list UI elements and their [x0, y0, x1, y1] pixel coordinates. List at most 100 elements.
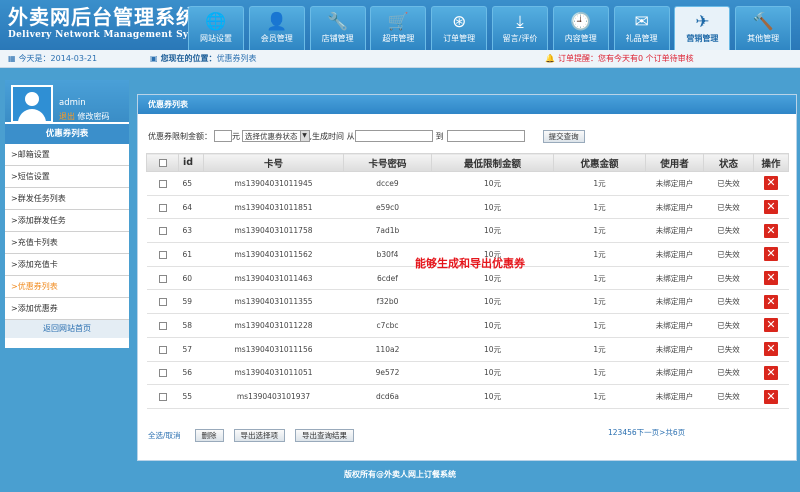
coupon-amount: 1元	[553, 266, 646, 291]
export-results-button[interactable]: 导出查询结果	[295, 429, 355, 442]
delete-icon[interactable]: ✕	[764, 389, 778, 404]
coupon-amount: 1元	[553, 171, 646, 196]
annotation-text: 能够生成和导出优惠券	[415, 257, 525, 270]
nav-item[interactable]: 🌐 网站设置	[188, 6, 244, 50]
delete-icon[interactable]: ✕	[764, 271, 778, 286]
coupon-id: 63	[178, 218, 204, 244]
card-number: ms13904031011758	[203, 218, 344, 244]
main-nav: 🌐 网站设置 👤 会员管理 🔧 店铺管理 🛒 超市管理 ⊛ 订单管理 ⤓ 留言/评价 🕘 内容管理 ✉ 礼品管…	[188, 6, 796, 50]
sidebar-item[interactable]: >添加优惠券	[5, 298, 129, 320]
card-password: 7ad1b	[343, 218, 432, 244]
nav-item[interactable]: 🔨 其他管理	[735, 6, 792, 50]
submit-query-button[interactable]: 提交查询	[542, 129, 585, 143]
plane-icon: ✈	[695, 12, 710, 32]
nav-item[interactable]: ⤓ 留言/评价	[491, 6, 548, 50]
sidebar-item[interactable]: >短信设置	[5, 166, 129, 188]
sidebar-item[interactable]: >充值卡列表	[5, 232, 129, 254]
delete-icon[interactable]: ✕	[764, 247, 778, 262]
sidebar: admin 退出 修改密码 优惠券列表 >邮箱设置 >短信设置 >群发任务列表 >添加…	[5, 80, 129, 348]
hammer-icon: 🔨	[752, 12, 774, 32]
row-checkbox[interactable]	[158, 274, 167, 283]
delete-icon[interactable]: ✕	[764, 176, 778, 191]
table-row: 65 ms13904031011945 dcce9 10元 1元 未绑定用户 已失效 ✕	[146, 171, 789, 196]
row-checkbox[interactable]	[158, 393, 167, 402]
nav-item[interactable]: ✈ 营销管理	[674, 6, 731, 50]
delete-icon[interactable]: ✕	[764, 365, 778, 380]
info-bar: ▦ 今天是：2014-03-21 ▣ 您现在的位置：优惠券列表 🔔 订单提醒：您有今天…	[0, 50, 800, 68]
coupon-user: 未绑定用户	[645, 218, 704, 244]
delete-icon[interactable]: ✕	[764, 223, 778, 238]
sidebar-item[interactable]: >群发任务列表	[5, 188, 129, 210]
start-time-input[interactable]	[354, 130, 433, 142]
nav-item[interactable]: ⊛ 订单管理	[431, 6, 488, 50]
card-password: dcd6a	[343, 384, 432, 409]
coupon-status: 已失效	[703, 313, 754, 338]
sidebar-item[interactable]: >添加充值卡	[5, 254, 129, 276]
card-number: ms13904031011156	[203, 337, 344, 362]
coupon-status: 已失效	[703, 171, 754, 196]
row-checkbox[interactable]	[158, 203, 167, 212]
min-amount: 10元	[431, 289, 554, 315]
app-title: 外卖网后台管理系统	[8, 5, 197, 29]
back-to-home-link[interactable]: 返回网站首页	[5, 320, 129, 338]
select-all-checkbox[interactable]	[158, 158, 167, 167]
pagination[interactable]: 123456下一页>共6页	[608, 427, 685, 438]
card-password: dcce9	[343, 171, 432, 196]
delete-icon[interactable]: ✕	[764, 294, 778, 309]
status-select[interactable]: 选择优惠券状态 ▼	[242, 130, 310, 142]
nav-item[interactable]: 🔧 店铺管理	[309, 6, 366, 50]
row-checkbox[interactable]	[158, 227, 167, 236]
select-all-header[interactable]	[146, 153, 179, 172]
delete-icon[interactable]: ✕	[764, 200, 778, 215]
row-checkbox[interactable]	[158, 345, 167, 354]
sidebar-item[interactable]: >优惠券列表	[5, 276, 129, 298]
nav-item[interactable]: ✉ 礼品管理	[613, 6, 670, 50]
row-checkbox[interactable]	[158, 369, 167, 378]
nav-item[interactable]: 👤 会员管理	[248, 6, 305, 50]
coupon-user: 未绑定用户	[645, 337, 704, 362]
delete-icon[interactable]: ✕	[764, 342, 778, 357]
coupon-status: 已失效	[703, 384, 754, 409]
coupon-id: 55	[178, 384, 204, 409]
breadcrumb: ▣ 您现在的位置：优惠券列表	[150, 54, 257, 63]
logout-link[interactable]: 退出	[59, 112, 75, 121]
column-header: 优惠金额	[553, 153, 646, 172]
nav-item[interactable]: 🕘 内容管理	[552, 6, 609, 50]
table-row: 58 ms13904031011228 c7cbc 10元 1元 未绑定用户 已失效 ✕	[146, 313, 789, 338]
order-alert[interactable]: 🔔 订单提醒：您有今天有0 个订单待审核	[545, 50, 694, 68]
coupon-amount: 1元	[553, 195, 646, 220]
card-number: ms13904031011463	[203, 266, 344, 291]
row-checkbox[interactable]	[158, 179, 167, 188]
film-reel-icon: ⊛	[452, 12, 467, 32]
table-row: 59 ms13904031011355 f32b0 10元 1元 未绑定用户 已失效 ✕	[146, 289, 789, 315]
row-checkbox[interactable]	[158, 298, 167, 307]
coupon-user: 未绑定用户	[645, 171, 704, 196]
row-checkbox[interactable]	[158, 321, 167, 330]
row-checkbox[interactable]	[158, 250, 167, 259]
sidebar-item[interactable]: >添加群发任务	[5, 210, 129, 232]
export-selected-button[interactable]: 导出选择项	[233, 429, 286, 442]
nav-item-label: 网站设置	[200, 34, 232, 43]
header: 外卖网后台管理系统 Delivery Network Management Sy…	[0, 0, 800, 50]
nav-item-label: 其他管理	[747, 34, 780, 43]
table-row: 64 ms13904031011851 e59c0 10元 1元 未绑定用户 已失效 ✕	[146, 195, 789, 220]
end-time-input[interactable]	[446, 130, 525, 142]
delete-icon[interactable]: ✕	[764, 318, 778, 333]
coupon-status: 已失效	[703, 361, 754, 386]
coupon-amount: 1元	[553, 384, 646, 409]
table-row: 63 ms13904031011758 7ad1b 10元 1元 未绑定用户 已失效 ✕	[146, 218, 789, 244]
to-label: 到	[435, 131, 444, 141]
sidebar-item[interactable]: >邮箱设置	[5, 144, 129, 166]
footer: 版权所有@外卖人网上订餐系统	[0, 462, 800, 492]
column-header: 状态	[703, 153, 754, 172]
min-amount-input[interactable]	[214, 130, 232, 142]
delete-button[interactable]: 删除	[194, 429, 224, 442]
card-number: ms1390403101937	[203, 384, 344, 409]
coupon-user: 未绑定用户	[645, 361, 704, 386]
change-password-link[interactable]: 修改密码	[78, 112, 110, 121]
nav-item[interactable]: 🛒 超市管理	[370, 6, 427, 50]
coupon-amount: 1元	[553, 289, 646, 315]
column-header: 使用者	[645, 153, 704, 172]
select-all-link[interactable]: 全选/取消	[148, 430, 181, 441]
card-password: f32b0	[343, 289, 432, 315]
